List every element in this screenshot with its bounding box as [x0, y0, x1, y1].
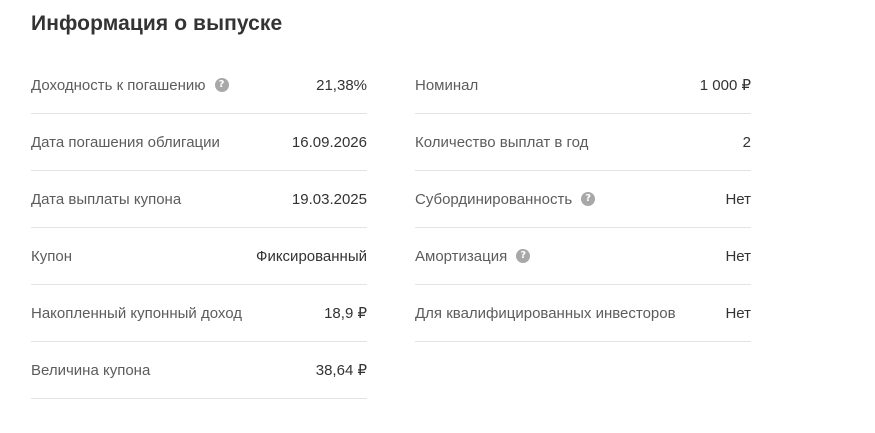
row-value: 21,38%: [316, 76, 367, 94]
info-row-amortization: Амортизация ? Нет: [415, 228, 751, 285]
info-row-coupon-type: Купон Фиксированный: [31, 228, 367, 285]
row-value: 1 000 ₽: [699, 77, 751, 94]
row-label: Номинал: [415, 76, 479, 94]
info-row-accrued-income: Накопленный купонный доход 18,9 ₽: [31, 285, 367, 342]
row-label: Величина купона: [31, 361, 151, 379]
row-value: 2: [742, 133, 751, 151]
row-label: Доходность к погашению: [31, 76, 206, 94]
row-label: Дата выплаты купона: [31, 190, 182, 208]
row-value: 19.03.2025: [291, 190, 367, 208]
info-row-nominal: Номинал 1 000 ₽: [415, 57, 751, 114]
info-row-payments-per-year: Количество выплат в год 2: [415, 114, 751, 171]
info-row-coupon-date: Дата выплаты купона 19.03.2025: [31, 171, 367, 228]
info-column-left: Доходность к погашению ? 21,38% Дата пог…: [31, 57, 367, 399]
help-icon[interactable]: ?: [516, 249, 531, 263]
row-value: 16.09.2026: [291, 133, 367, 151]
row-value: Нет: [725, 247, 751, 265]
row-label: Дата погашения облигации: [31, 133, 220, 151]
section-title: Информация о выпуске: [31, 12, 283, 35]
row-value: 38,64 ₽: [315, 362, 367, 379]
info-row-subordination: Субординированность ? Нет: [415, 171, 751, 228]
row-value: Фиксированный: [256, 247, 367, 265]
help-icon[interactable]: ?: [214, 78, 229, 92]
row-label: Купон: [31, 247, 72, 265]
row-label: Для квалифицированных инвесторов: [415, 304, 676, 322]
row-label: Амортизация: [415, 247, 508, 265]
info-row-maturity-date: Дата погашения облигации 16.09.2026: [31, 114, 367, 171]
row-value: Нет: [725, 304, 751, 322]
row-label: Накопленный купонный доход: [31, 304, 242, 322]
row-value: Нет: [725, 190, 751, 208]
info-row-qualified-investors: Для квалифицированных инвесторов Нет: [415, 285, 751, 342]
info-column-right: Номинал 1 000 ₽ Количество выплат в год …: [415, 57, 751, 342]
row-value: 18,9 ₽: [324, 305, 367, 322]
help-icon[interactable]: ?: [581, 192, 596, 206]
info-row-coupon-amount: Величина купона 38,64 ₽: [31, 342, 367, 399]
row-label: Субординированность: [415, 190, 573, 208]
info-row-yield-to-maturity: Доходность к погашению ? 21,38%: [31, 57, 367, 114]
row-label: Количество выплат в год: [415, 133, 589, 151]
